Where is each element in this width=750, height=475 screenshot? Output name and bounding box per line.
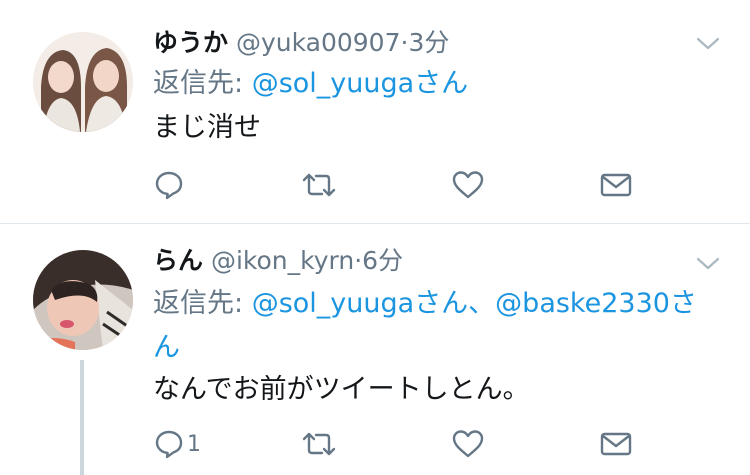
tweet[interactable]: ゆうか @yuka00907·3分 返信先: @sol_yuugaさん まじ消せ — [0, 0, 750, 224]
reply-button[interactable] — [153, 168, 187, 202]
dm-icon — [600, 432, 632, 456]
user-name[interactable]: らん — [153, 246, 203, 275]
reply-prefix: 返信先: — [153, 68, 244, 99]
reply-context: 返信先: @sol_yuugaさん — [153, 62, 723, 106]
reply-mentions[interactable]: @sol_yuugaさん — [252, 68, 468, 99]
retweet-icon — [302, 173, 336, 197]
chevron-down-icon[interactable] — [694, 34, 722, 54]
tweet-text: なんでお前がツイートしとん。 — [153, 374, 530, 405]
user-handle[interactable]: @ikon_kyrn — [211, 246, 354, 275]
like-icon — [452, 171, 484, 199]
dm-button[interactable] — [599, 427, 633, 461]
separator: · — [354, 246, 363, 275]
action-bar: 1 — [0, 427, 750, 467]
tweet-header: ゆうか @yuka00907·3分 — [153, 28, 449, 58]
tweet-header: らん @ikon_kyrn·6分 — [153, 246, 403, 276]
chevron-down-icon[interactable] — [694, 254, 722, 274]
thread-line — [80, 360, 84, 475]
avatar[interactable] — [33, 32, 133, 132]
reply-count: 1 — [187, 431, 201, 457]
user-handle[interactable]: @yuka00907 — [236, 28, 401, 57]
like-icon — [452, 430, 484, 458]
like-button[interactable] — [451, 427, 485, 461]
timestamp[interactable]: 6分 — [362, 246, 403, 275]
retweet-button[interactable] — [300, 168, 338, 202]
reply-button[interactable]: 1 — [153, 427, 201, 461]
reply-icon — [155, 430, 183, 459]
reply-icon — [155, 171, 183, 200]
like-button[interactable] — [451, 168, 485, 202]
action-bar — [0, 168, 750, 208]
dm-icon — [600, 173, 632, 197]
reply-context: 返信先: @sol_yuugaさん、@baske2330さん — [153, 282, 723, 370]
retweet-button[interactable] — [300, 427, 338, 461]
tweet-text: まじ消せ — [153, 112, 261, 143]
retweet-icon — [302, 432, 336, 456]
dm-button[interactable] — [599, 168, 633, 202]
avatar[interactable] — [33, 250, 133, 350]
timestamp[interactable]: 3分 — [408, 28, 449, 57]
user-name[interactable]: ゆうか — [153, 28, 228, 57]
reply-prefix: 返信先: — [153, 288, 244, 319]
